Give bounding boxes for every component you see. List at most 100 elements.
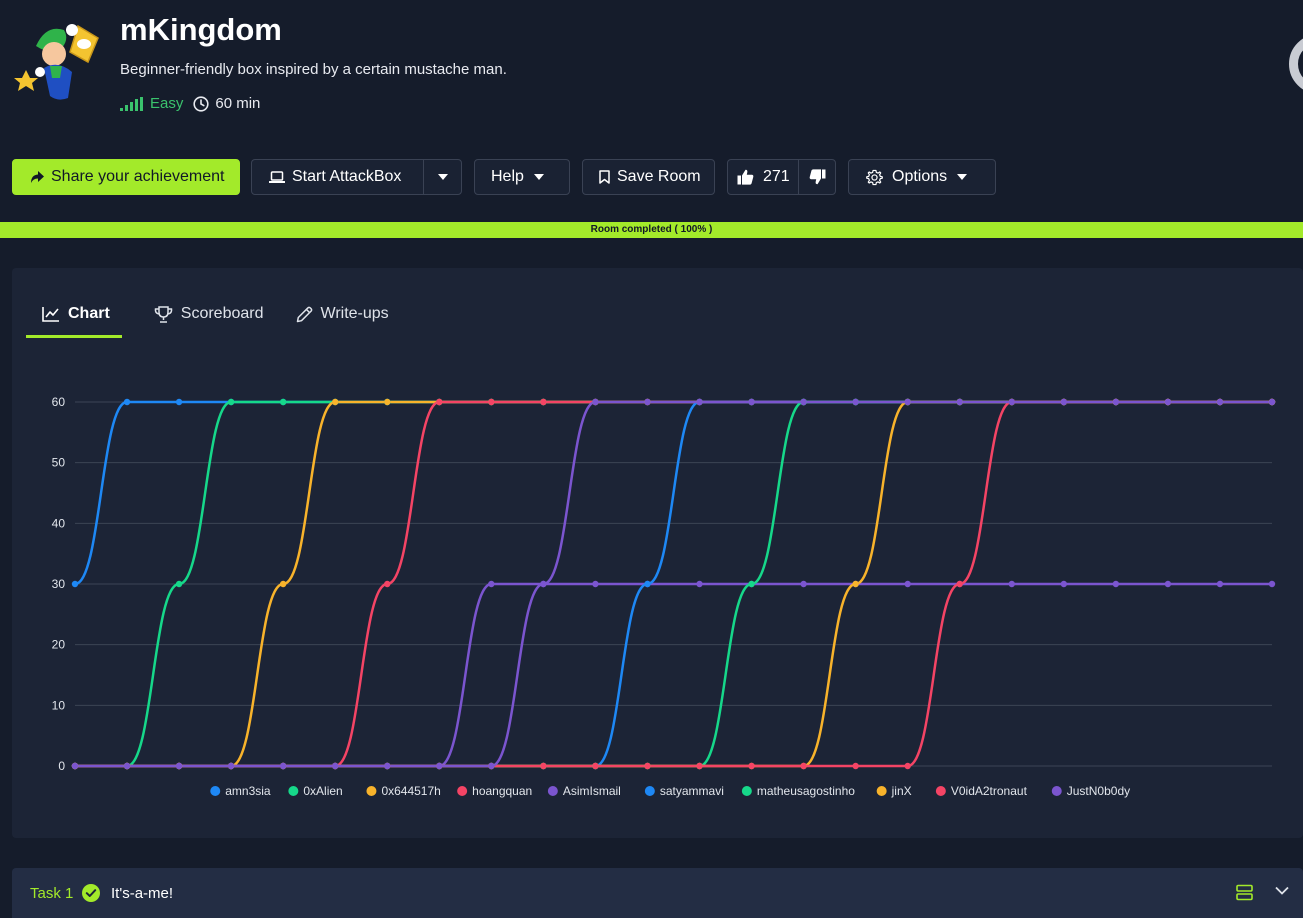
data-point	[1008, 398, 1015, 406]
share-achievement-button[interactable]: Share your achievement	[12, 159, 240, 195]
data-point	[488, 580, 495, 588]
legend-marker	[210, 786, 221, 796]
data-point	[644, 398, 651, 406]
caret-down-icon	[533, 174, 544, 180]
data-point	[748, 762, 755, 770]
data-point	[1216, 580, 1224, 588]
task-1-header[interactable]: Task 1 It's-a-me!	[12, 868, 1303, 918]
upvote-button[interactable]: 271	[728, 160, 799, 194]
data-point	[384, 580, 391, 588]
thumbs-down-icon	[809, 169, 825, 185]
data-point	[1164, 580, 1172, 588]
downvote-button[interactable]	[799, 160, 835, 194]
options-label: Options	[892, 168, 948, 185]
data-point	[540, 762, 547, 770]
start-attackbox-button[interactable]: Start AttackBox	[252, 160, 424, 194]
data-point	[175, 762, 183, 770]
y-tick-label: 30	[52, 577, 66, 591]
data-point	[279, 762, 287, 770]
data-point	[748, 580, 755, 588]
data-point	[644, 580, 651, 588]
data-point	[175, 580, 183, 588]
data-point	[384, 762, 391, 770]
y-tick-label: 60	[52, 395, 66, 409]
legend-label: jinX	[891, 784, 912, 798]
tab-chart[interactable]: Chart	[26, 294, 122, 338]
data-point	[384, 398, 391, 406]
data-point	[748, 398, 755, 406]
user-avatar[interactable]	[1289, 34, 1303, 94]
tab-write-ups[interactable]: Write-ups	[296, 294, 389, 334]
data-point	[956, 580, 963, 588]
legend-marker	[457, 786, 468, 796]
data-point	[1060, 580, 1068, 588]
stats-tabs: Chart Scoreboard Write-ups	[26, 294, 421, 338]
data-point	[904, 580, 911, 588]
data-point	[279, 580, 287, 588]
room-title: mKingdom	[120, 12, 282, 47]
legend-label: hoangquan	[472, 784, 532, 798]
line-chart-icon	[42, 307, 59, 322]
legend-label: JustN0b0dy	[1067, 784, 1130, 798]
save-room-label: Save Room	[617, 168, 701, 185]
task-number: Task 1	[30, 885, 74, 902]
chevron-down-icon[interactable]	[1275, 886, 1289, 895]
y-tick-label: 10	[52, 698, 66, 712]
pencil-icon	[296, 306, 312, 322]
room-meta: Easy 60 min	[120, 95, 260, 112]
data-point	[1216, 398, 1224, 406]
legend-marker	[1051, 786, 1062, 796]
data-point	[1112, 580, 1120, 588]
legend-label: amn3sia	[225, 784, 271, 798]
thumbs-up-icon	[737, 169, 754, 185]
help-button[interactable]: Help	[474, 159, 570, 195]
data-point	[1060, 398, 1068, 406]
legend-marker	[644, 786, 655, 796]
legend-label: 0xAlien	[303, 784, 342, 798]
check-circle-icon	[82, 884, 100, 902]
share-achievement-label: Share your achievement	[51, 168, 225, 185]
options-button[interactable]: Options	[848, 159, 996, 195]
task-title: It's-a-me!	[111, 885, 174, 902]
difficulty-label: Easy	[150, 95, 184, 112]
attackbox-dropdown-toggle[interactable]	[424, 160, 461, 194]
data-point	[800, 398, 807, 406]
legend-marker	[288, 786, 299, 796]
share-arrow-icon	[31, 170, 44, 183]
stack-icon	[1236, 884, 1253, 901]
room-progress-label: Room completed ( 100% )	[590, 224, 713, 235]
caret-down-icon	[957, 174, 968, 180]
tab-write-ups-label: Write-ups	[320, 305, 389, 322]
data-point	[800, 580, 807, 588]
y-tick-label: 40	[52, 516, 66, 530]
laptop-icon	[269, 170, 285, 183]
room-progress-bar: Room completed ( 100% )	[0, 222, 1303, 238]
legend-marker	[935, 786, 946, 796]
tab-chart-label: Chart	[68, 305, 110, 322]
difficulty-bars-icon	[120, 96, 143, 111]
data-point	[123, 398, 131, 406]
data-point	[1112, 398, 1120, 406]
legend-marker	[547, 786, 558, 796]
data-point	[1164, 398, 1172, 406]
data-point	[488, 762, 495, 770]
attackbox-button-group: Start AttackBox	[251, 159, 462, 195]
start-attackbox-label: Start AttackBox	[292, 168, 402, 185]
data-point	[1268, 398, 1276, 406]
save-room-button[interactable]: Save Room	[582, 159, 715, 195]
tab-scoreboard[interactable]: Scoreboard	[154, 294, 264, 334]
y-tick-label: 0	[58, 759, 65, 773]
data-point	[227, 762, 235, 770]
completion-chart: 0 10 20 30 40 50 60 amn3sia 0xAlien 0x644517h hoan…	[52, 395, 1276, 798]
data-point	[644, 762, 651, 770]
data-point	[904, 762, 911, 770]
trophy-icon	[154, 305, 173, 323]
data-point	[227, 398, 235, 406]
data-point	[800, 762, 807, 770]
data-point	[436, 398, 443, 406]
caret-down-icon	[437, 174, 448, 180]
y-tick-label: 50	[52, 456, 66, 470]
tab-scoreboard-label: Scoreboard	[180, 305, 264, 322]
data-point	[540, 398, 547, 406]
help-label: Help	[491, 168, 524, 185]
